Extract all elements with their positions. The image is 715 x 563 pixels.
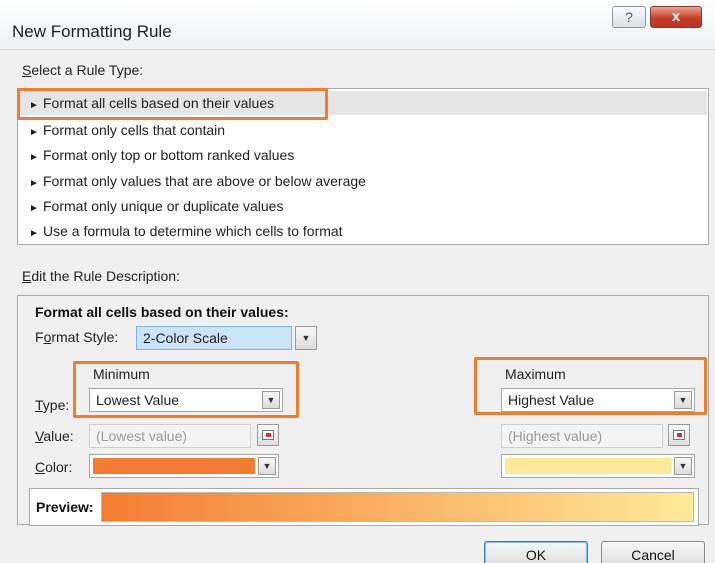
cancel-button[interactable]: Cancel: [601, 541, 705, 563]
arrow-icon: ►: [29, 152, 39, 163]
range-selector-icon: [262, 430, 274, 440]
maximum-color-picker[interactable]: ▼: [501, 454, 695, 478]
minimum-value-input[interactable]: (Lowest value): [89, 424, 251, 448]
title-bar: New Formatting Rule ? x: [0, 0, 715, 50]
minimum-color-swatch: [93, 458, 255, 474]
ok-button[interactable]: OK: [484, 541, 588, 563]
range-selector-icon: [673, 430, 685, 440]
preview-gradient: [101, 492, 694, 522]
arrow-icon: ►: [29, 203, 39, 214]
type-label: Type:: [35, 397, 70, 413]
preview-box: Preview:: [29, 488, 699, 526]
chevron-down-icon[interactable]: ▼: [295, 326, 317, 350]
maximum-color-swatch: [505, 458, 671, 474]
preview-label: Preview:: [36, 499, 94, 515]
help-icon: ?: [625, 9, 633, 25]
chevron-down-icon[interactable]: ▼: [258, 457, 276, 475]
edit-rule-description-label: Edit the Rule Description:: [22, 268, 180, 284]
color-label: Color:: [35, 459, 73, 475]
arrow-icon: ►: [29, 178, 39, 189]
select-rule-type-label: Select a Rule Type:: [22, 62, 144, 78]
selected-rule-highlight: [17, 88, 328, 120]
format-style-value: 2-Color Scale: [143, 330, 228, 346]
window-title: New Formatting Rule: [12, 22, 172, 41]
maximum-range-selector-button[interactable]: [668, 424, 690, 446]
close-button[interactable]: x: [650, 6, 702, 28]
description-heading: Format all cells based on their values:: [35, 304, 289, 320]
help-button[interactable]: ?: [612, 6, 646, 28]
rule-type-item[interactable]: ► Format only unique or duplicate values: [19, 194, 707, 218]
rule-type-item[interactable]: ► Use a formula to determine which cells …: [19, 219, 707, 243]
maximum-value-input[interactable]: (Highest value): [501, 424, 663, 448]
arrow-icon: ►: [29, 228, 39, 239]
rule-type-item[interactable]: ► Format only cells that contain: [19, 118, 707, 142]
rule-type-item[interactable]: ► Format only values that are above or be…: [19, 169, 707, 193]
format-style-select[interactable]: 2-Color Scale ▼: [136, 326, 317, 350]
new-formatting-rule-dialog: New Formatting Rule ? x Select a Rule Ty…: [0, 0, 715, 563]
close-icon: x: [671, 8, 681, 25]
value-label: Value:: [35, 428, 74, 444]
format-style-label: Format Style:: [35, 329, 119, 345]
maximum-highlight: [474, 357, 707, 415]
rule-type-item[interactable]: ► Format only top or bottom ranked values: [19, 143, 707, 167]
minimum-color-picker[interactable]: ▼: [89, 454, 279, 478]
arrow-icon: ►: [29, 127, 39, 138]
minimum-range-selector-button[interactable]: [257, 424, 279, 446]
chevron-down-icon[interactable]: ▼: [674, 457, 692, 475]
minimum-highlight: [73, 361, 299, 418]
